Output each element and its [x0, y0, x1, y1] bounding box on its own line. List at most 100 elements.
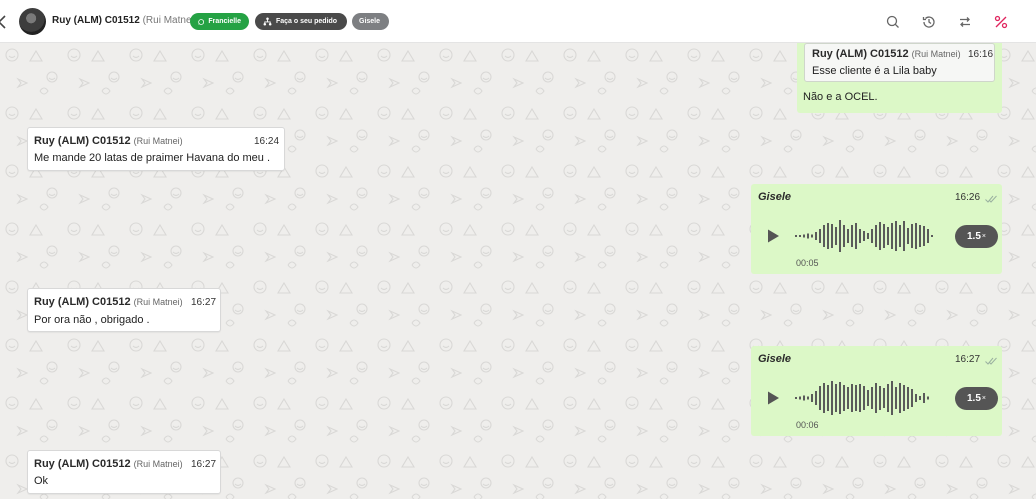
waveform-bar: [831, 381, 833, 415]
audio-duration: 00:06: [796, 420, 819, 430]
audio-waveform[interactable]: [795, 378, 945, 418]
playback-speed-button[interactable]: 1.5 ×: [955, 387, 998, 410]
message-sender: Ruy (ALM) C01512 (Rui Matnei): [34, 296, 183, 308]
audio-message-out: Gisele 16:26 1.5 × 00:05: [751, 184, 1002, 274]
audio-duration: 00:05: [796, 258, 819, 268]
message-in: Ruy (ALM) C01512 (Rui Matnei) 16:24 Me m…: [27, 127, 285, 171]
waveform-bar: [851, 225, 853, 247]
waveform-bar: [867, 390, 869, 406]
audio-waveform[interactable]: [795, 216, 945, 256]
waveform-bar: [815, 391, 817, 405]
waveform-bar: [895, 387, 897, 409]
contact-name-sub: (Rui Matnei): [142, 15, 198, 26]
avatar[interactable]: [19, 8, 46, 35]
message-in: Ruy (ALM) C01512 (Rui Matnei) 16:27 Por …: [27, 288, 221, 332]
waveform-bar: [899, 225, 901, 247]
waveform-bar: [851, 384, 853, 412]
message-sender: Gisele: [758, 353, 792, 365]
play-icon[interactable]: [765, 228, 781, 244]
chat-area: Ruy (ALM) C01512 (Rui Matnei) 16:16 Esse…: [0, 43, 1036, 499]
waveform-bar: [903, 221, 905, 251]
quote-text: Esse cliente é a Lila baby: [812, 65, 937, 77]
waveform-bar: [887, 227, 889, 245]
order-chip[interactable]: Faça o seu pedido: [255, 13, 347, 30]
waveform-bar: [927, 396, 929, 400]
waveform-bar: [899, 383, 901, 413]
quote-sender: Ruy (ALM) C01512 (Rui Matnei): [812, 48, 961, 60]
play-icon[interactable]: [765, 390, 781, 406]
message-sender: Ruy (ALM) C01512 (Rui Matnei): [34, 458, 183, 470]
waveform-bar: [859, 384, 861, 412]
waveform-bar: [811, 234, 813, 238]
waveform-bar: [803, 234, 805, 238]
waveform-bar: [835, 227, 837, 245]
waveform-bar: [887, 384, 889, 412]
percent-icon[interactable]: [993, 14, 1009, 30]
agent-chip[interactable]: Francielle: [190, 13, 249, 30]
waveform-bar: [911, 389, 913, 407]
waveform-bar: [795, 235, 797, 237]
waveform-bar: [891, 381, 893, 415]
speed-value: 1.5: [967, 231, 981, 242]
message-text: Me mande 20 latas de praimer Havana do m…: [34, 152, 271, 164]
waveform-bar: [919, 396, 921, 400]
speed-suffix: ×: [981, 233, 986, 240]
double-check-icon: [985, 195, 997, 203]
waveform-bar: [863, 386, 865, 410]
waveform-bar: [827, 223, 829, 249]
waveform-bar: [875, 383, 877, 413]
playback-speed-button[interactable]: 1.5 ×: [955, 225, 998, 248]
double-check-icon: [985, 357, 997, 365]
history-icon[interactable]: [921, 14, 937, 30]
speed-value: 1.5: [967, 393, 981, 404]
sender-sub: (Rui Matnei): [133, 297, 183, 307]
waveform-bar: [871, 229, 873, 243]
contact-name[interactable]: Ruy (ALM) C01512 (Rui Matnei): [52, 15, 197, 26]
waveform-bar: [879, 386, 881, 410]
message-text: Não e a OCEL.: [803, 91, 878, 103]
waveform-bar: [823, 383, 825, 413]
waveform-bar: [875, 225, 877, 247]
message-sender: Gisele: [758, 191, 792, 203]
waveform-bar: [819, 229, 821, 243]
message-out: Ruy (ALM) C01512 (Rui Matnei) 16:16 Esse…: [797, 43, 1002, 113]
waveform-bar: [923, 226, 925, 246]
waveform-bar: [891, 223, 893, 249]
waveform-bar: [799, 235, 801, 237]
waveform-bar: [863, 231, 865, 241]
message-time: 16:27: [955, 354, 981, 365]
message-time: 16:24: [254, 136, 280, 147]
order-chip-label: Faça o seu pedido: [276, 18, 338, 25]
waveform-bar: [807, 396, 809, 400]
waveform-bar: [835, 384, 837, 412]
quoted-message[interactable]: Ruy (ALM) C01512 (Rui Matnei) 16:16 Esse…: [804, 43, 995, 82]
message-text: Por ora não , obrigado .: [34, 314, 150, 326]
waveform-bar: [839, 382, 841, 414]
message-time: 16:27: [191, 297, 217, 308]
waveform-bar: [819, 386, 821, 410]
sender-name: Ruy (ALM) C01512: [34, 296, 131, 308]
transfer-icon[interactable]: [957, 14, 973, 30]
waveform-bar: [823, 225, 825, 247]
waveform-bar: [907, 387, 909, 409]
quote-sender-sub: (Rui Matnei): [911, 49, 961, 59]
user-chip[interactable]: Gisele: [352, 13, 389, 30]
waveform-bar: [903, 385, 905, 411]
waveform-bar: [895, 221, 897, 251]
waveform-bar: [907, 228, 909, 244]
waveform-bar: [847, 387, 849, 409]
waveform-bar: [911, 224, 913, 248]
message-text: Ok: [34, 475, 49, 487]
message-in: Ruy (ALM) C01512 (Rui Matnei) 16:27 Ok: [27, 450, 221, 494]
whatsapp-icon: [198, 18, 205, 25]
waveform-bar: [827, 385, 829, 411]
waveform-bar: [923, 393, 925, 403]
waveform-bar: [795, 397, 797, 399]
message-time: 16:26: [955, 192, 981, 203]
waveform-bar: [883, 224, 885, 248]
back-chevron-icon[interactable]: [0, 15, 7, 29]
waveform-bar: [871, 387, 873, 409]
sender-sub: (Rui Matnei): [133, 459, 183, 469]
search-icon[interactable]: [885, 14, 901, 30]
waveform-bar: [831, 224, 833, 248]
